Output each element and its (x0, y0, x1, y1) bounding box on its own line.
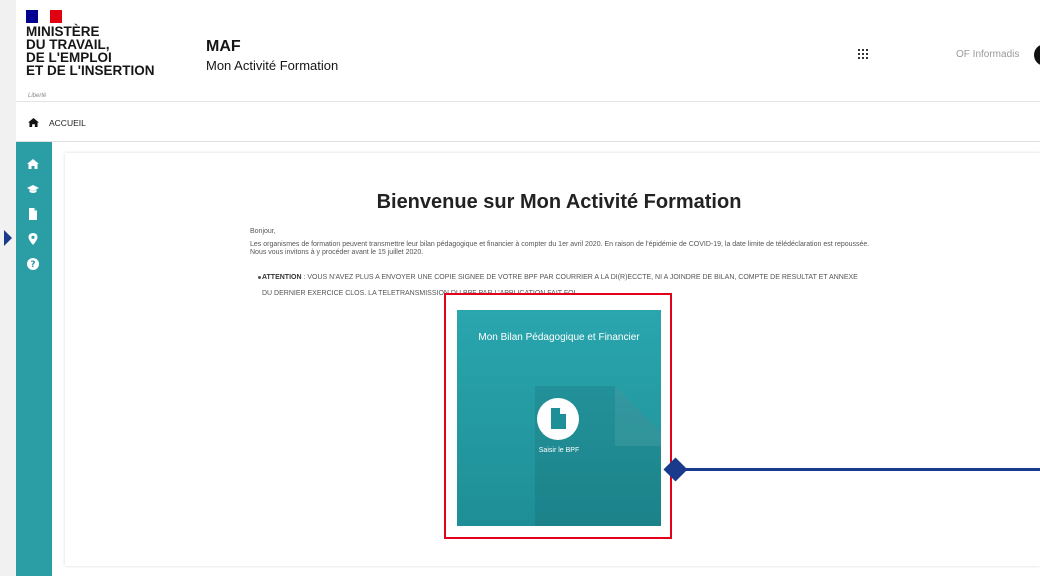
bpf-tile[interactable]: Mon Bilan Pédagogique et Financier Saisi… (457, 310, 661, 526)
warning-label: ATTENTION (262, 274, 302, 281)
breadcrumb-home[interactable]: ACCUEIL (49, 118, 86, 128)
document-icon (551, 408, 566, 429)
home-icon[interactable] (28, 118, 39, 127)
app-title[interactable]: MAF (206, 38, 241, 56)
page-title: Bienvenue sur Mon Activité Formation (376, 191, 742, 213)
ministry-line: et de l'Insertion (26, 63, 155, 78)
apps-grid-icon[interactable] (858, 49, 868, 59)
tile-title: Mon Bilan Pédagogique et Financier (478, 332, 640, 343)
french-flag-logo (26, 10, 62, 23)
map-marker-icon[interactable] (27, 233, 39, 245)
app-subtitle: Mon Activité Formation (206, 58, 339, 73)
annotation-connector (678, 468, 1040, 471)
greeting-text: Bonjour, (250, 228, 276, 235)
annotation-arrow (4, 230, 12, 246)
tile-icon-circle (537, 398, 579, 440)
help-icon[interactable]: ? (27, 258, 39, 270)
site-header: Ministère du Travail, de l'Emploi et de … (16, 0, 1040, 102)
info-paragraph: Les organismes de formation peuvent tran… (250, 241, 870, 256)
svg-text:?: ? (30, 260, 35, 270)
bullet (258, 276, 261, 279)
user-name[interactable]: OF Informadis (956, 49, 1019, 60)
breadcrumb: ACCUEIL (16, 102, 1040, 142)
user-avatar[interactable]: O (1034, 44, 1040, 66)
ministry-logo-text[interactable]: Ministère du Travail, de l'Emploi et de … (26, 25, 186, 78)
motto: Liberté (28, 93, 47, 99)
saisir-bpf-link[interactable]: Saisir le BPF (457, 447, 661, 454)
home-icon[interactable] (27, 158, 39, 170)
